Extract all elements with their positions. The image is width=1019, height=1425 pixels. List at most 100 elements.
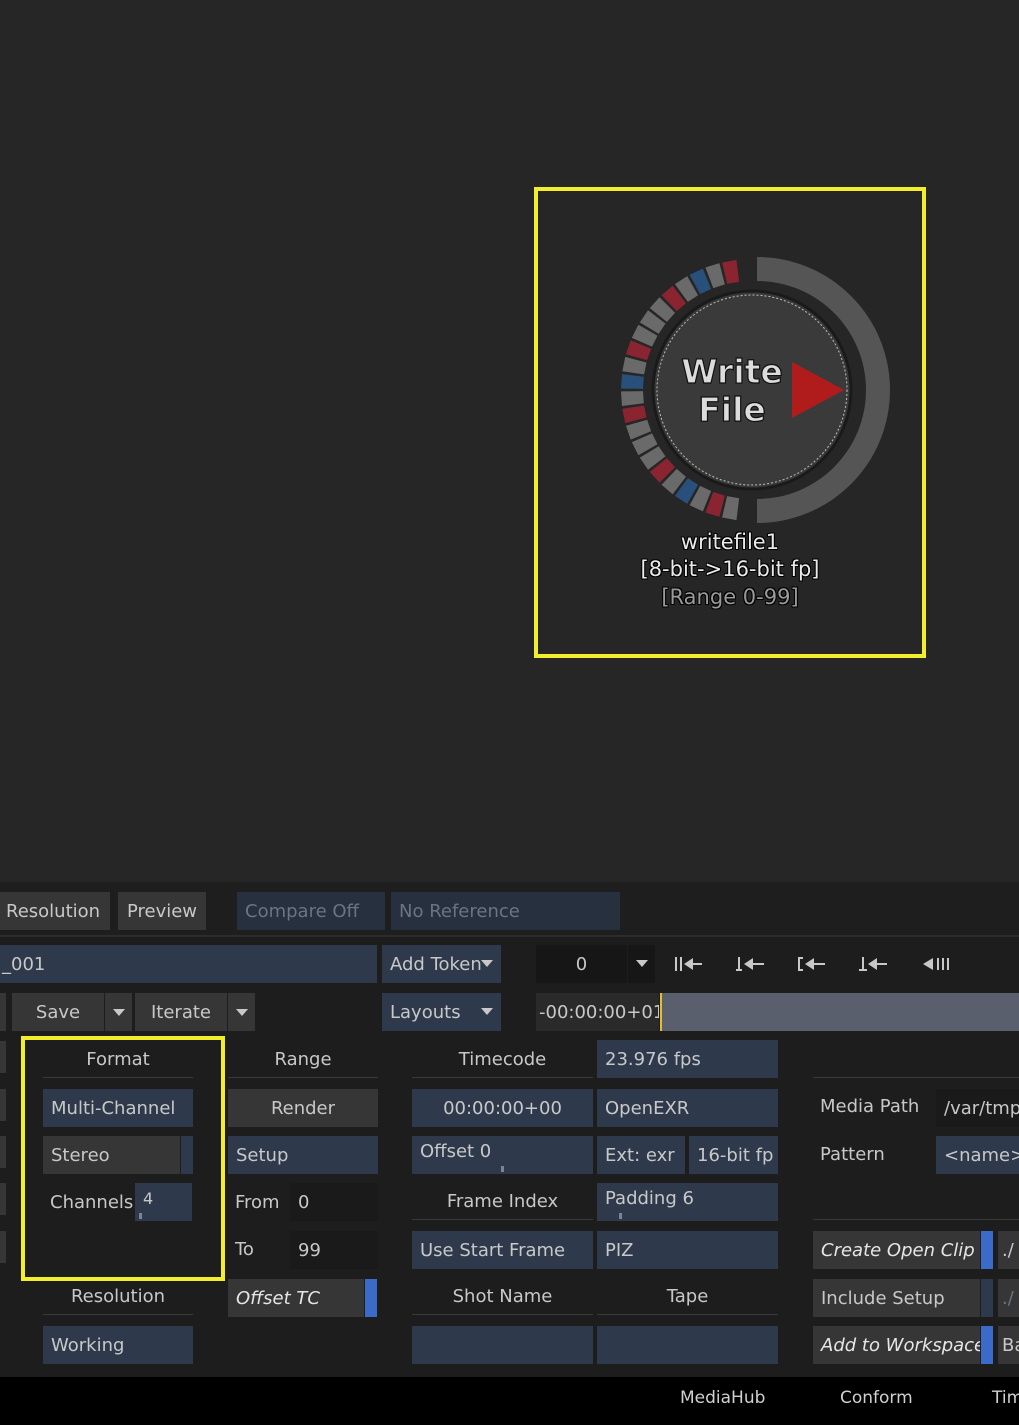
- transport-mark-in-button[interactable]: [783, 945, 841, 983]
- side-field-2[interactable]: ./: [998, 1279, 1019, 1317]
- write-file-node[interactable]: Write File: [602, 240, 902, 540]
- transport-play-reverse-button[interactable]: [908, 945, 966, 983]
- left-edge-stub[interactable]: [0, 1089, 6, 1121]
- render-button[interactable]: Render: [228, 1089, 378, 1127]
- channels-label: Channels: [50, 1192, 134, 1213]
- pattern-field[interactable]: <name>: [936, 1136, 1019, 1174]
- compare-button[interactable]: Compare Off: [237, 892, 385, 930]
- save-options-dropdown[interactable]: [104, 993, 132, 1031]
- tab-mediahub[interactable]: MediaHub: [680, 1388, 765, 1408]
- from-value: 0: [298, 1191, 310, 1213]
- layouts-dropdown[interactable]: Layouts: [382, 993, 501, 1031]
- transport-jump-start-button[interactable]: [845, 945, 903, 983]
- padding-slider[interactable]: Padding 6: [597, 1183, 778, 1221]
- transport-jump-back-button[interactable]: [722, 945, 780, 983]
- shot-name-field[interactable]: [412, 1326, 593, 1364]
- timecode-offset-slider[interactable]: Offset 0: [412, 1136, 593, 1174]
- left-edge-stub[interactable]: [0, 1041, 6, 1073]
- file-format-dropdown[interactable]: OpenEXR: [597, 1089, 778, 1127]
- channels-field[interactable]: 4: [135, 1183, 192, 1221]
- fps-dropdown[interactable]: 23.976 fps: [597, 1040, 778, 1078]
- stereo-label: Stereo: [51, 1144, 110, 1166]
- add-token-dropdown[interactable]: Add Token: [382, 945, 501, 983]
- side-field-1[interactable]: ./: [998, 1231, 1019, 1269]
- save-button[interactable]: Save: [12, 993, 104, 1031]
- shot-name-header-rule: [412, 1314, 593, 1315]
- offset-tc-label: Offset TC: [236, 1287, 320, 1309]
- timecode-offset-value: Offset 0: [420, 1141, 492, 1162]
- ring-segment: [621, 391, 644, 406]
- ring-segment: [722, 496, 740, 521]
- multichannel-label: Multi-Channel: [51, 1097, 176, 1119]
- from-field[interactable]: 0: [290, 1183, 378, 1221]
- layouts-label: Layouts: [390, 1001, 461, 1023]
- left-edge-button[interactable]: [0, 993, 6, 1031]
- tape-field[interactable]: [597, 1326, 778, 1364]
- preview-button[interactable]: Preview: [118, 892, 206, 930]
- stereo-toggle-indicator[interactable]: [181, 1136, 193, 1174]
- filename-field[interactable]: _001: [0, 945, 377, 983]
- timeline-bar[interactable]: [660, 993, 1019, 1031]
- timecode-offset-field[interactable]: -00:00:00+01: [536, 993, 659, 1031]
- left-edge-stub[interactable]: [0, 1231, 6, 1263]
- reference-button[interactable]: No Reference: [391, 892, 620, 930]
- timecode-header: Timecode: [458, 1049, 547, 1070]
- node-title-line2: File: [698, 390, 766, 429]
- media-path-field[interactable]: /var/tmp/: [936, 1089, 1019, 1127]
- chevron-down-icon: [636, 960, 648, 967]
- bitdepth-dropdown[interactable]: 16-bit fp: [689, 1136, 778, 1174]
- add-to-workspace-indicator[interactable]: [981, 1326, 993, 1364]
- iterate-button[interactable]: Iterate: [135, 993, 227, 1031]
- timecode-field[interactable]: 00:00:00+00: [412, 1089, 593, 1127]
- create-open-clip-indicator[interactable]: [981, 1231, 993, 1269]
- fps-label: 23.976 fps: [605, 1048, 701, 1070]
- tab-conform[interactable]: Conform: [840, 1388, 913, 1408]
- to-field[interactable]: 99: [290, 1231, 378, 1269]
- node-title-line1: Write: [681, 352, 783, 391]
- media-path-value: /var/tmp/: [944, 1097, 1019, 1119]
- resolution-tab-button[interactable]: Resolution: [0, 892, 110, 930]
- iterate-options-dropdown[interactable]: [227, 993, 255, 1031]
- setup-dropdown[interactable]: Setup: [228, 1136, 378, 1174]
- channels-slider-tick: [139, 1213, 142, 1219]
- side-field-3[interactable]: Ba: [998, 1326, 1019, 1364]
- node-bitdepth: [8-bit->16-bit fp]: [640, 557, 820, 581]
- preview-label: Preview: [126, 900, 198, 922]
- include-setup-label: Include Setup: [821, 1287, 945, 1309]
- jump-back-icon: [736, 957, 764, 971]
- format-header-rule: [43, 1077, 193, 1078]
- chevron-down-icon: [481, 960, 493, 967]
- tape-header-rule: [597, 1314, 778, 1315]
- pattern-value: <name>: [944, 1144, 1019, 1166]
- left-edge-stub[interactable]: [0, 1183, 6, 1215]
- resolution-dropdown[interactable]: Working: [43, 1326, 193, 1364]
- compression-dropdown[interactable]: PIZ: [597, 1231, 778, 1269]
- create-open-clip-toggle[interactable]: Create Open Clip: [813, 1231, 980, 1269]
- range-header-rule: [228, 1077, 378, 1078]
- mark-in-back-icon: [798, 957, 825, 971]
- use-start-frame-dropdown[interactable]: Use Start Frame: [412, 1231, 593, 1269]
- timeline-playhead: [660, 993, 662, 1031]
- include-setup-indicator[interactable]: [981, 1279, 993, 1317]
- add-to-workspace-toggle[interactable]: Add to Workspace: [813, 1326, 980, 1364]
- multichannel-dropdown[interactable]: Multi-Channel: [43, 1089, 193, 1127]
- tab-timeline[interactable]: Tim: [992, 1388, 1019, 1408]
- frame-dropdown-button[interactable]: [628, 945, 655, 983]
- transport-start-button[interactable]: [660, 945, 718, 983]
- stereo-toggle[interactable]: Stereo: [43, 1136, 180, 1174]
- extension-label: Ext: exr: [605, 1144, 675, 1166]
- include-setup-toggle[interactable]: Include Setup: [813, 1279, 980, 1317]
- resolution-header: Resolution: [70, 1286, 166, 1307]
- to-label: To: [235, 1239, 254, 1260]
- shot-name-header: Shot Name: [452, 1286, 553, 1307]
- to-value: 99: [298, 1239, 321, 1261]
- timecode-value: 00:00:00+00: [443, 1097, 562, 1119]
- offset-tc-indicator[interactable]: [365, 1279, 377, 1317]
- offset-tc-toggle[interactable]: Offset TC: [228, 1279, 364, 1317]
- frame-field[interactable]: 0: [536, 945, 627, 983]
- step-back-start-icon: [675, 957, 702, 971]
- reference-label: No Reference: [399, 900, 520, 922]
- extension-dropdown[interactable]: Ext: exr: [597, 1136, 685, 1174]
- padding-value: Padding 6: [605, 1188, 694, 1209]
- left-edge-stub[interactable]: [0, 1136, 6, 1168]
